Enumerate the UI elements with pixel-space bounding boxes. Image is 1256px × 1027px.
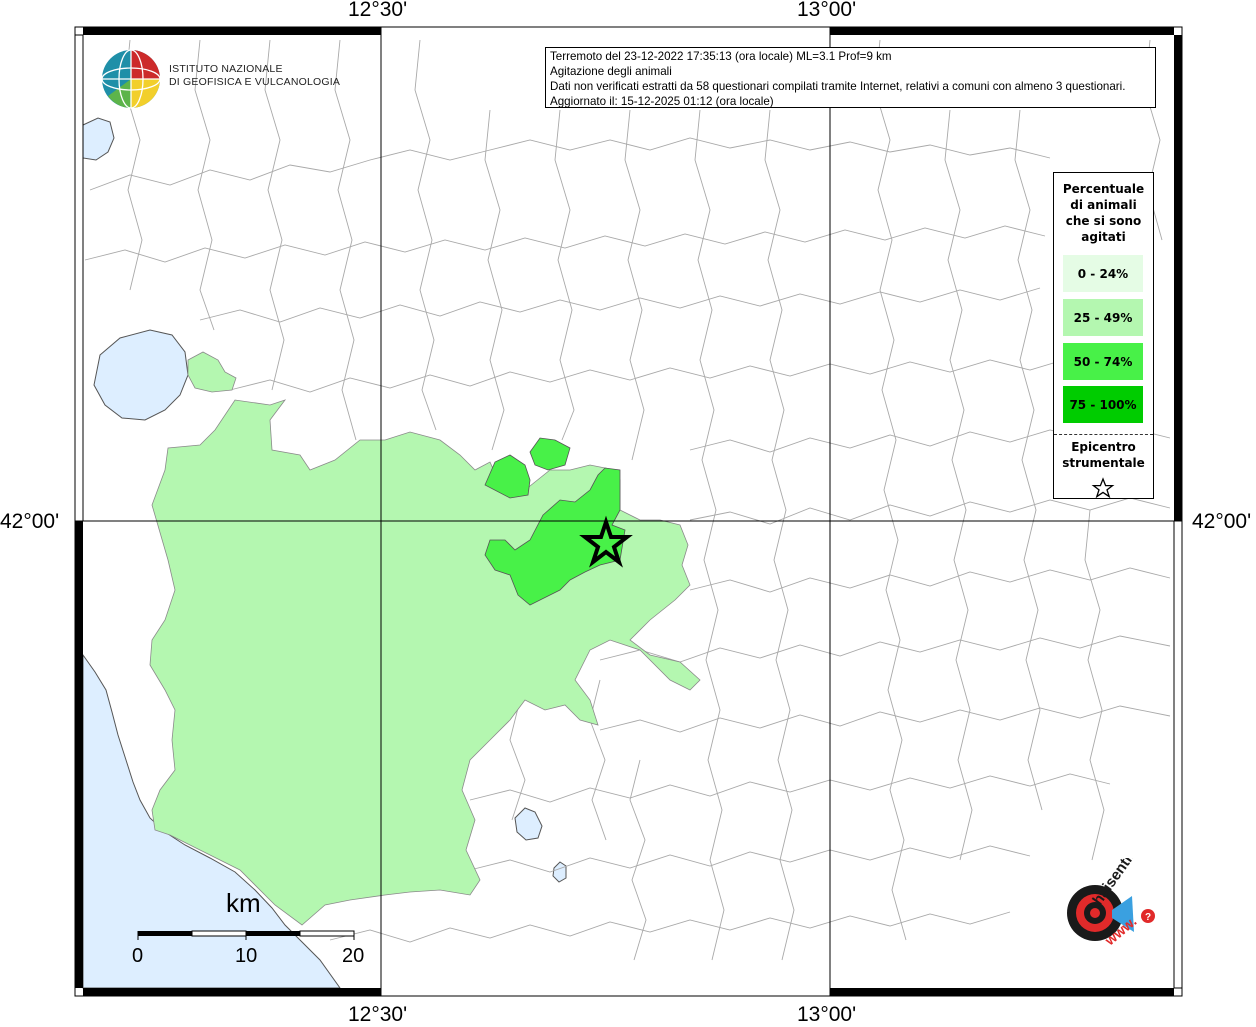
map-legend: Percentuale di animali che si sono agita… (1053, 172, 1154, 499)
legend-title-line2: di animali (1070, 198, 1137, 212)
event-info-line3: Dati non verificati estratti da 58 quest… (550, 80, 1126, 93)
legend-title: Percentuale di animali che si sono agita… (1054, 181, 1153, 245)
legend-label-25-49: 25 - 49% (1073, 310, 1133, 325)
legend-swatch-25-49: 25 - 49% (1063, 299, 1143, 336)
legend-epicentre: Epicentro strumentale (1054, 439, 1153, 471)
longitude-label-top-1230: 12°30' (348, 0, 408, 21)
event-info-line4: Aggiornato il: 15-12-2025 01:12 (ora loc… (550, 95, 774, 108)
ingv-name-line2: DI GEOFISICA E VULCANOLOGIA (169, 76, 341, 88)
ingv-globe-logo (101, 49, 161, 109)
scale-label-10: 10 (235, 945, 258, 967)
legend-title-line1: Percentuale (1062, 182, 1145, 196)
latitude-label-right-4200: 42°00' (1192, 510, 1252, 533)
legend-epicentre-line1: Epicentro (1071, 440, 1136, 454)
legend-separator (1054, 434, 1153, 435)
legend-swatch-75-100: 75 - 100% (1063, 386, 1143, 423)
ingv-institute-name: ISTITUTO NAZIONALE DI GEOFISICA E VULCAN… (169, 63, 340, 89)
legend-label-50-74: 50 - 74% (1073, 354, 1133, 369)
event-info-line2: Agitazione degli animali (550, 65, 672, 78)
longitude-label-bottom-1230: 12°30' (348, 1003, 408, 1026)
longitude-label-top-1300: 13°00' (797, 0, 857, 21)
legend-title-line3: che si sono (1065, 214, 1142, 228)
scale-unit-label: km (226, 888, 261, 918)
svg-text:?: ? (1145, 912, 1151, 923)
latitude-label-left-4200: 42°00' (0, 510, 60, 533)
legend-star-icon (1091, 477, 1115, 499)
event-info-box: Terremoto del 23-12-2022 17:35:13 (ora l… (545, 47, 1156, 108)
ingv-name-line1: ISTITUTO NAZIONALE (169, 63, 283, 75)
event-info-line1: Terremoto del 23-12-2022 17:35:13 (ora l… (550, 50, 892, 63)
scale-label-20: 20 (342, 945, 365, 967)
longitude-label-bottom-1300: 13°00' (797, 1003, 857, 1026)
haisentitoilterremoto-logo: ? haisentitoilterremoto.it www. (1067, 858, 1170, 949)
legend-label-75-100: 75 - 100% (1069, 397, 1137, 412)
legend-epicentre-line2: strumentale (1062, 456, 1145, 470)
legend-title-line4: agitati (1081, 230, 1126, 244)
legend-label-0-24: 0 - 24% (1077, 266, 1129, 281)
scale-label-0: 0 (132, 945, 144, 967)
legend-swatch-0-24: 0 - 24% (1063, 255, 1143, 292)
legend-swatch-50-74: 50 - 74% (1063, 343, 1143, 380)
